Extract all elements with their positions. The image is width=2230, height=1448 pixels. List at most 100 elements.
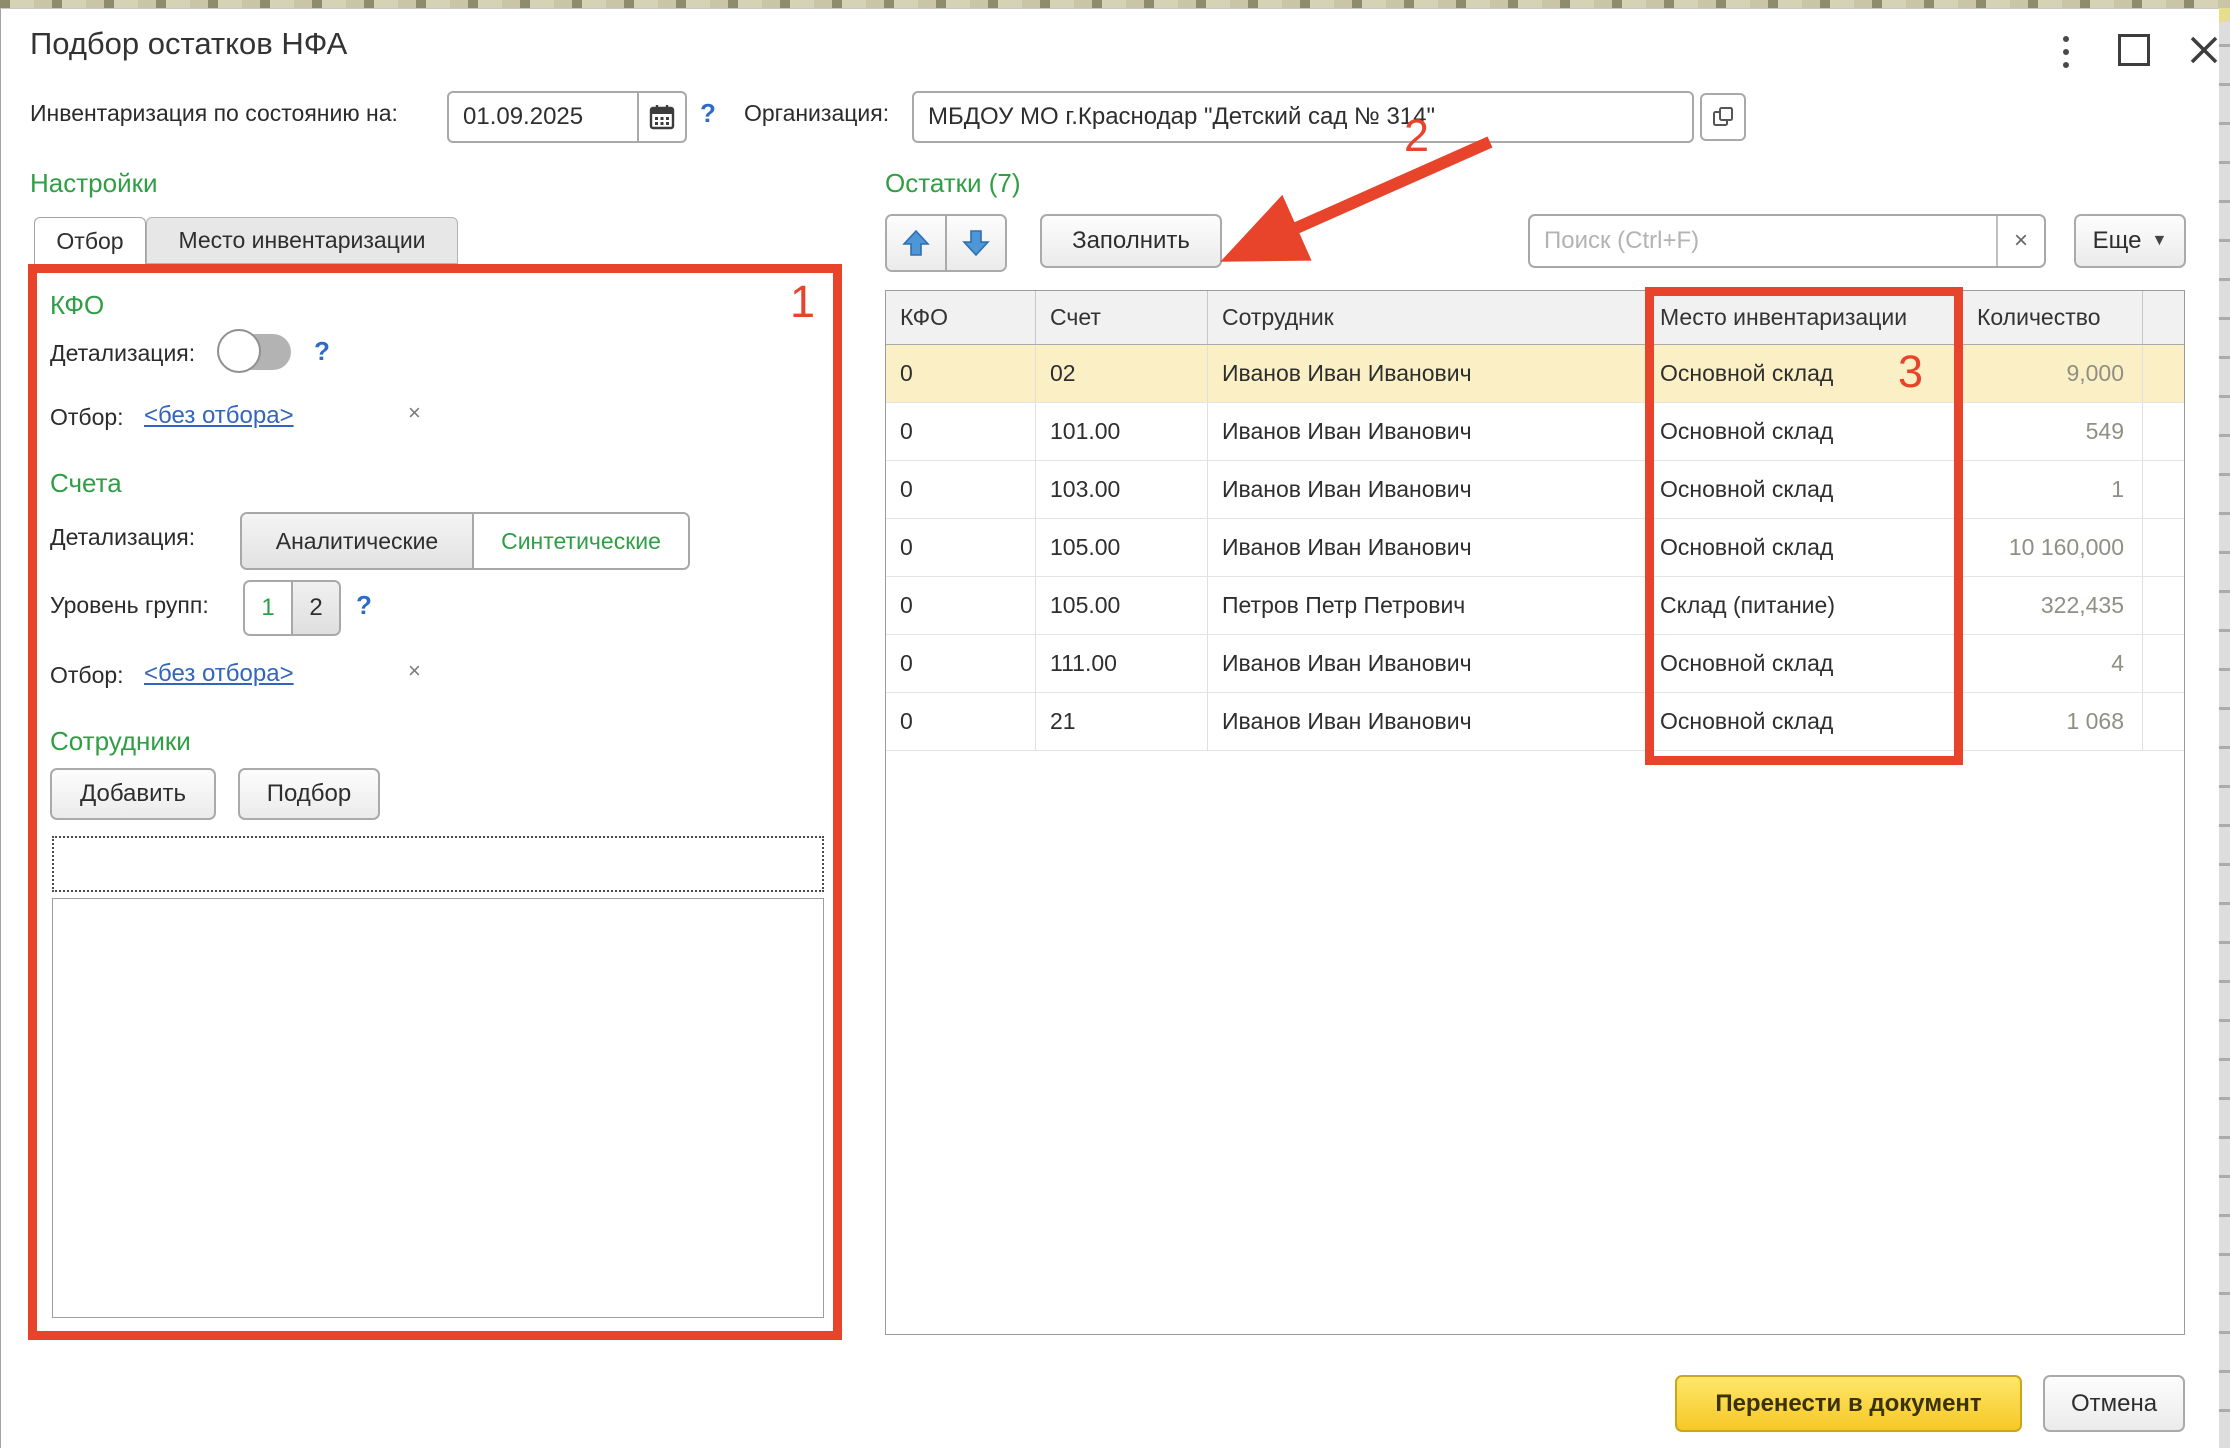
cell[interactable]: 4 xyxy=(1963,635,2143,692)
kfo-detail-label: Детализация: xyxy=(50,340,195,367)
cell[interactable]: 549 xyxy=(1963,403,2143,460)
cell[interactable] xyxy=(2143,577,2184,634)
cell[interactable]: 02 xyxy=(1036,345,1208,402)
move-up-icon[interactable] xyxy=(887,216,947,270)
table-row[interactable]: 0103.00Иванов Иван ИвановичОсновной скла… xyxy=(886,461,2184,519)
cell[interactable]: Иванов Иван Иванович xyxy=(1208,403,1646,460)
cell[interactable]: Петров Петр Петрович xyxy=(1208,577,1646,634)
column-header[interactable]: Место инвентаризации xyxy=(1646,291,1963,344)
fill-button[interactable]: Заполнить xyxy=(1040,214,1222,268)
cell[interactable]: 105.00 xyxy=(1036,577,1208,634)
window-menu-icon[interactable] xyxy=(2048,32,2084,72)
close-icon[interactable] xyxy=(2184,30,2224,70)
organization-label: Организация: xyxy=(744,100,889,127)
window-title: Подбор остатков НФА xyxy=(30,26,347,62)
accounts-detail-switch: Аналитические Синтетические xyxy=(240,512,690,570)
cell[interactable]: Иванов Иван Иванович xyxy=(1208,693,1646,750)
cell[interactable]: 9,000 xyxy=(1963,345,2143,402)
accounts-filter-clear-icon[interactable]: × xyxy=(408,658,421,684)
cell[interactable]: Иванов Иван Иванович xyxy=(1208,345,1646,402)
column-header[interactable] xyxy=(2143,291,2184,344)
tab-otbor[interactable]: Отбор xyxy=(34,217,146,264)
table-row[interactable]: 0105.00Петров Петр ПетровичСклад (питани… xyxy=(886,577,2184,635)
cell[interactable]: 322,435 xyxy=(1963,577,2143,634)
cell[interactable]: 1 xyxy=(1963,461,2143,518)
organization-field[interactable]: МБДОУ МО г.Краснодар "Детский сад № 314" xyxy=(912,91,1694,143)
kfo-filter-link[interactable]: <без отбора> xyxy=(144,402,294,430)
table-row[interactable]: 002Иванов Иван ИвановичОсновной склад9,0… xyxy=(886,345,2184,403)
cell[interactable]: Основной склад xyxy=(1646,635,1963,692)
cell[interactable]: 1 068 xyxy=(1963,693,2143,750)
balances-title: Остатки (7) xyxy=(885,168,1021,199)
option-synthetic[interactable]: Синтетические xyxy=(474,514,688,568)
cell[interactable]: Склад (питание) xyxy=(1646,577,1963,634)
cell[interactable] xyxy=(2143,403,2184,460)
table-row[interactable]: 021Иванов Иван ИвановичОсновной склад1 0… xyxy=(886,693,2184,751)
cell[interactable] xyxy=(2143,461,2184,518)
kfo-detail-toggle[interactable] xyxy=(221,334,291,370)
cell[interactable]: Основной склад xyxy=(1646,693,1963,750)
group-level-help-icon[interactable]: ? xyxy=(356,590,372,621)
kfo-section-title: КФО xyxy=(50,290,104,321)
search-clear-icon[interactable]: × xyxy=(1996,216,2044,266)
tab-mesto-inventarizacii[interactable]: Место инвентаризации xyxy=(146,217,458,264)
cell[interactable]: 0 xyxy=(886,577,1036,634)
option-analytical[interactable]: Аналитические xyxy=(242,514,474,568)
cell[interactable]: 0 xyxy=(886,345,1036,402)
kfo-help-icon[interactable]: ? xyxy=(314,336,330,367)
maximize-icon[interactable] xyxy=(2114,30,2154,70)
organization-open-icon[interactable] xyxy=(1700,93,1746,141)
cell[interactable]: Иванов Иван Иванович xyxy=(1208,635,1646,692)
inventory-date-value[interactable]: 01.09.2025 xyxy=(449,103,637,131)
cell[interactable] xyxy=(2143,519,2184,576)
organization-value[interactable]: МБДОУ МО г.Краснодар "Детский сад № 314" xyxy=(914,103,1435,131)
cell[interactable]: 0 xyxy=(886,693,1036,750)
level-1-button[interactable]: 1 xyxy=(245,582,293,634)
table-row[interactable]: 0111.00Иванов Иван ИвановичОсновной скла… xyxy=(886,635,2184,693)
cell[interactable]: Иванов Иван Иванович xyxy=(1208,461,1646,518)
cell[interactable] xyxy=(2143,693,2184,750)
transfer-to-document-button[interactable]: Перенести в документ xyxy=(1675,1375,2022,1432)
employees-list[interactable] xyxy=(52,898,824,1318)
column-header[interactable]: КФО xyxy=(886,291,1036,344)
calendar-icon[interactable] xyxy=(637,93,685,141)
cell[interactable]: Основной склад xyxy=(1646,519,1963,576)
cell[interactable]: 0 xyxy=(886,403,1036,460)
table-row[interactable]: 0105.00Иванов Иван ИвановичОсновной скла… xyxy=(886,519,2184,577)
cell[interactable] xyxy=(2143,345,2184,402)
date-help-icon[interactable]: ? xyxy=(700,98,716,129)
table-row[interactable]: 0101.00Иванов Иван ИвановичОсновной скла… xyxy=(886,403,2184,461)
cell[interactable]: 0 xyxy=(886,519,1036,576)
cell[interactable]: 105.00 xyxy=(1036,519,1208,576)
accounts-filter-link[interactable]: <без отбора> xyxy=(144,660,294,688)
cell[interactable]: 111.00 xyxy=(1036,635,1208,692)
employees-empty-row[interactable] xyxy=(52,836,824,892)
cancel-button[interactable]: Отмена xyxy=(2043,1375,2185,1432)
cell[interactable] xyxy=(2143,635,2184,692)
cell[interactable]: 10 160,000 xyxy=(1963,519,2143,576)
level-2-button[interactable]: 2 xyxy=(293,582,339,634)
column-header[interactable]: Количество xyxy=(1963,291,2143,344)
screen: Подбор остатков НФА Инвентаризация по со… xyxy=(0,0,2230,1448)
cell[interactable]: 0 xyxy=(886,635,1036,692)
column-header[interactable]: Счет xyxy=(1036,291,1208,344)
pick-employee-button[interactable]: Подбор xyxy=(238,768,380,820)
more-button[interactable]: Еще ▼ xyxy=(2074,214,2186,268)
cell[interactable]: 21 xyxy=(1036,693,1208,750)
cell[interactable]: 0 xyxy=(886,461,1036,518)
background-window-edge xyxy=(2218,8,2230,1448)
kfo-filter-clear-icon[interactable]: × xyxy=(408,400,421,426)
group-level-switch: 1 2 xyxy=(243,580,341,636)
cell[interactable]: 101.00 xyxy=(1036,403,1208,460)
move-down-icon[interactable] xyxy=(947,216,1005,270)
cell[interactable]: Основной склад xyxy=(1646,345,1963,402)
inventory-date-field[interactable]: 01.09.2025 xyxy=(447,91,687,143)
cell[interactable]: Основной склад xyxy=(1646,461,1963,518)
search-input[interactable] xyxy=(1530,216,1996,266)
cell[interactable]: 103.00 xyxy=(1036,461,1208,518)
column-header[interactable]: Сотрудник xyxy=(1208,291,1646,344)
cell[interactable]: Основной склад xyxy=(1646,403,1963,460)
add-employee-button[interactable]: Добавить xyxy=(50,768,216,820)
accounts-detail-label: Детализация: xyxy=(50,524,195,551)
cell[interactable]: Иванов Иван Иванович xyxy=(1208,519,1646,576)
